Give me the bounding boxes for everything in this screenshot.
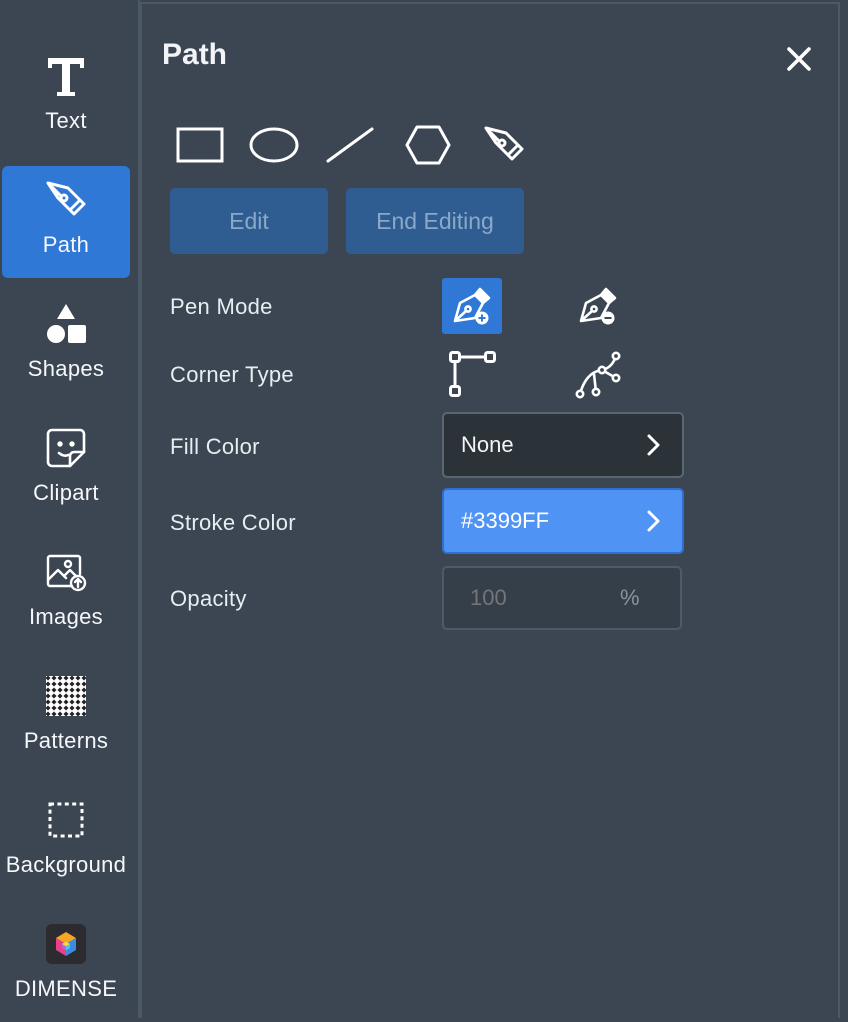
hexagon-icon xyxy=(405,125,451,165)
line-icon xyxy=(326,127,374,163)
opacity-input[interactable] xyxy=(468,584,592,612)
end-editing-button[interactable]: End Editing xyxy=(346,188,524,254)
pattern-icon xyxy=(42,672,90,720)
fill-color-picker[interactable]: None xyxy=(442,412,684,478)
sidebar-item-clipart[interactable]: Clipart xyxy=(2,414,130,526)
sidebar-item-text[interactable]: Text xyxy=(2,42,130,154)
shapes-icon xyxy=(42,300,90,348)
sidebar-item-label: Shapes xyxy=(27,356,105,381)
corner-sharp-button[interactable] xyxy=(442,346,502,402)
stroke-color-value: #3399FF xyxy=(461,508,550,533)
corner-type-label: Corner Type xyxy=(170,362,294,387)
sidebar-item-path[interactable]: Path xyxy=(2,166,130,278)
sidebar-item-label: DIMENSE xyxy=(14,976,118,1001)
image-upload-icon xyxy=(42,548,90,596)
background-icon xyxy=(42,796,90,844)
chevron-right-icon xyxy=(647,434,660,456)
sticker-icon xyxy=(42,424,90,472)
sidebar-item-label: Text xyxy=(45,108,87,133)
ellipse-icon xyxy=(249,127,299,163)
stroke-color-label: Stroke Color xyxy=(170,510,296,535)
pen-tool-icon xyxy=(42,176,90,224)
pen-add-icon xyxy=(453,287,491,325)
pen-mode-label: Pen Mode xyxy=(170,294,273,319)
close-button[interactable] xyxy=(784,44,814,74)
polygon-tool-button[interactable] xyxy=(400,120,456,170)
rectangle-tool-button[interactable] xyxy=(172,120,228,170)
pen-tool-icon xyxy=(484,126,524,161)
sidebar-item-label: Path xyxy=(42,232,90,257)
sidebar-item-shapes[interactable]: Shapes xyxy=(2,290,130,402)
ellipse-tool-button[interactable] xyxy=(246,120,302,170)
sidebar-item-background[interactable]: Background xyxy=(2,786,130,898)
corner-curve-button[interactable] xyxy=(568,346,628,402)
rectangle-icon xyxy=(176,127,224,163)
edit-button[interactable]: Edit xyxy=(170,188,328,254)
path-panel: Path Edit End Editing Pen Mode Corner Ty… xyxy=(140,2,840,1018)
opacity-label: Opacity xyxy=(170,586,247,611)
panel-title: Path xyxy=(162,38,228,71)
chevron-right-icon xyxy=(647,510,660,532)
sidebar-item-dimense[interactable]: DIMENSE xyxy=(2,910,130,1022)
dimense-logo-icon xyxy=(42,920,90,968)
sidebar-item-patterns[interactable]: Patterns xyxy=(2,662,130,774)
pen-tool-button[interactable] xyxy=(476,120,532,170)
fill-color-label: Fill Color xyxy=(170,434,260,459)
opacity-unit: % xyxy=(620,585,640,610)
line-tool-button[interactable] xyxy=(322,120,378,170)
opacity-field-wrapper: % xyxy=(442,566,682,630)
sidebar: Text Path Shapes Clipart Images Patterns… xyxy=(0,0,140,1018)
pen-remove-mode-button[interactable] xyxy=(568,278,628,334)
sidebar-item-label: Clipart xyxy=(33,480,99,505)
pen-remove-icon xyxy=(579,287,617,325)
fill-color-value: None xyxy=(461,432,514,457)
corner-curve-icon xyxy=(575,351,621,399)
sidebar-item-label: Patterns xyxy=(23,728,109,753)
close-icon xyxy=(787,47,811,71)
pen-add-mode-button[interactable] xyxy=(442,278,502,334)
text-icon xyxy=(42,52,90,100)
corner-sharp-icon xyxy=(449,351,496,397)
sidebar-item-images[interactable]: Images xyxy=(2,538,130,650)
sidebar-item-label: Images xyxy=(29,604,103,629)
sidebar-item-label: Background xyxy=(5,852,127,877)
stroke-color-picker[interactable]: #3399FF xyxy=(442,488,684,554)
